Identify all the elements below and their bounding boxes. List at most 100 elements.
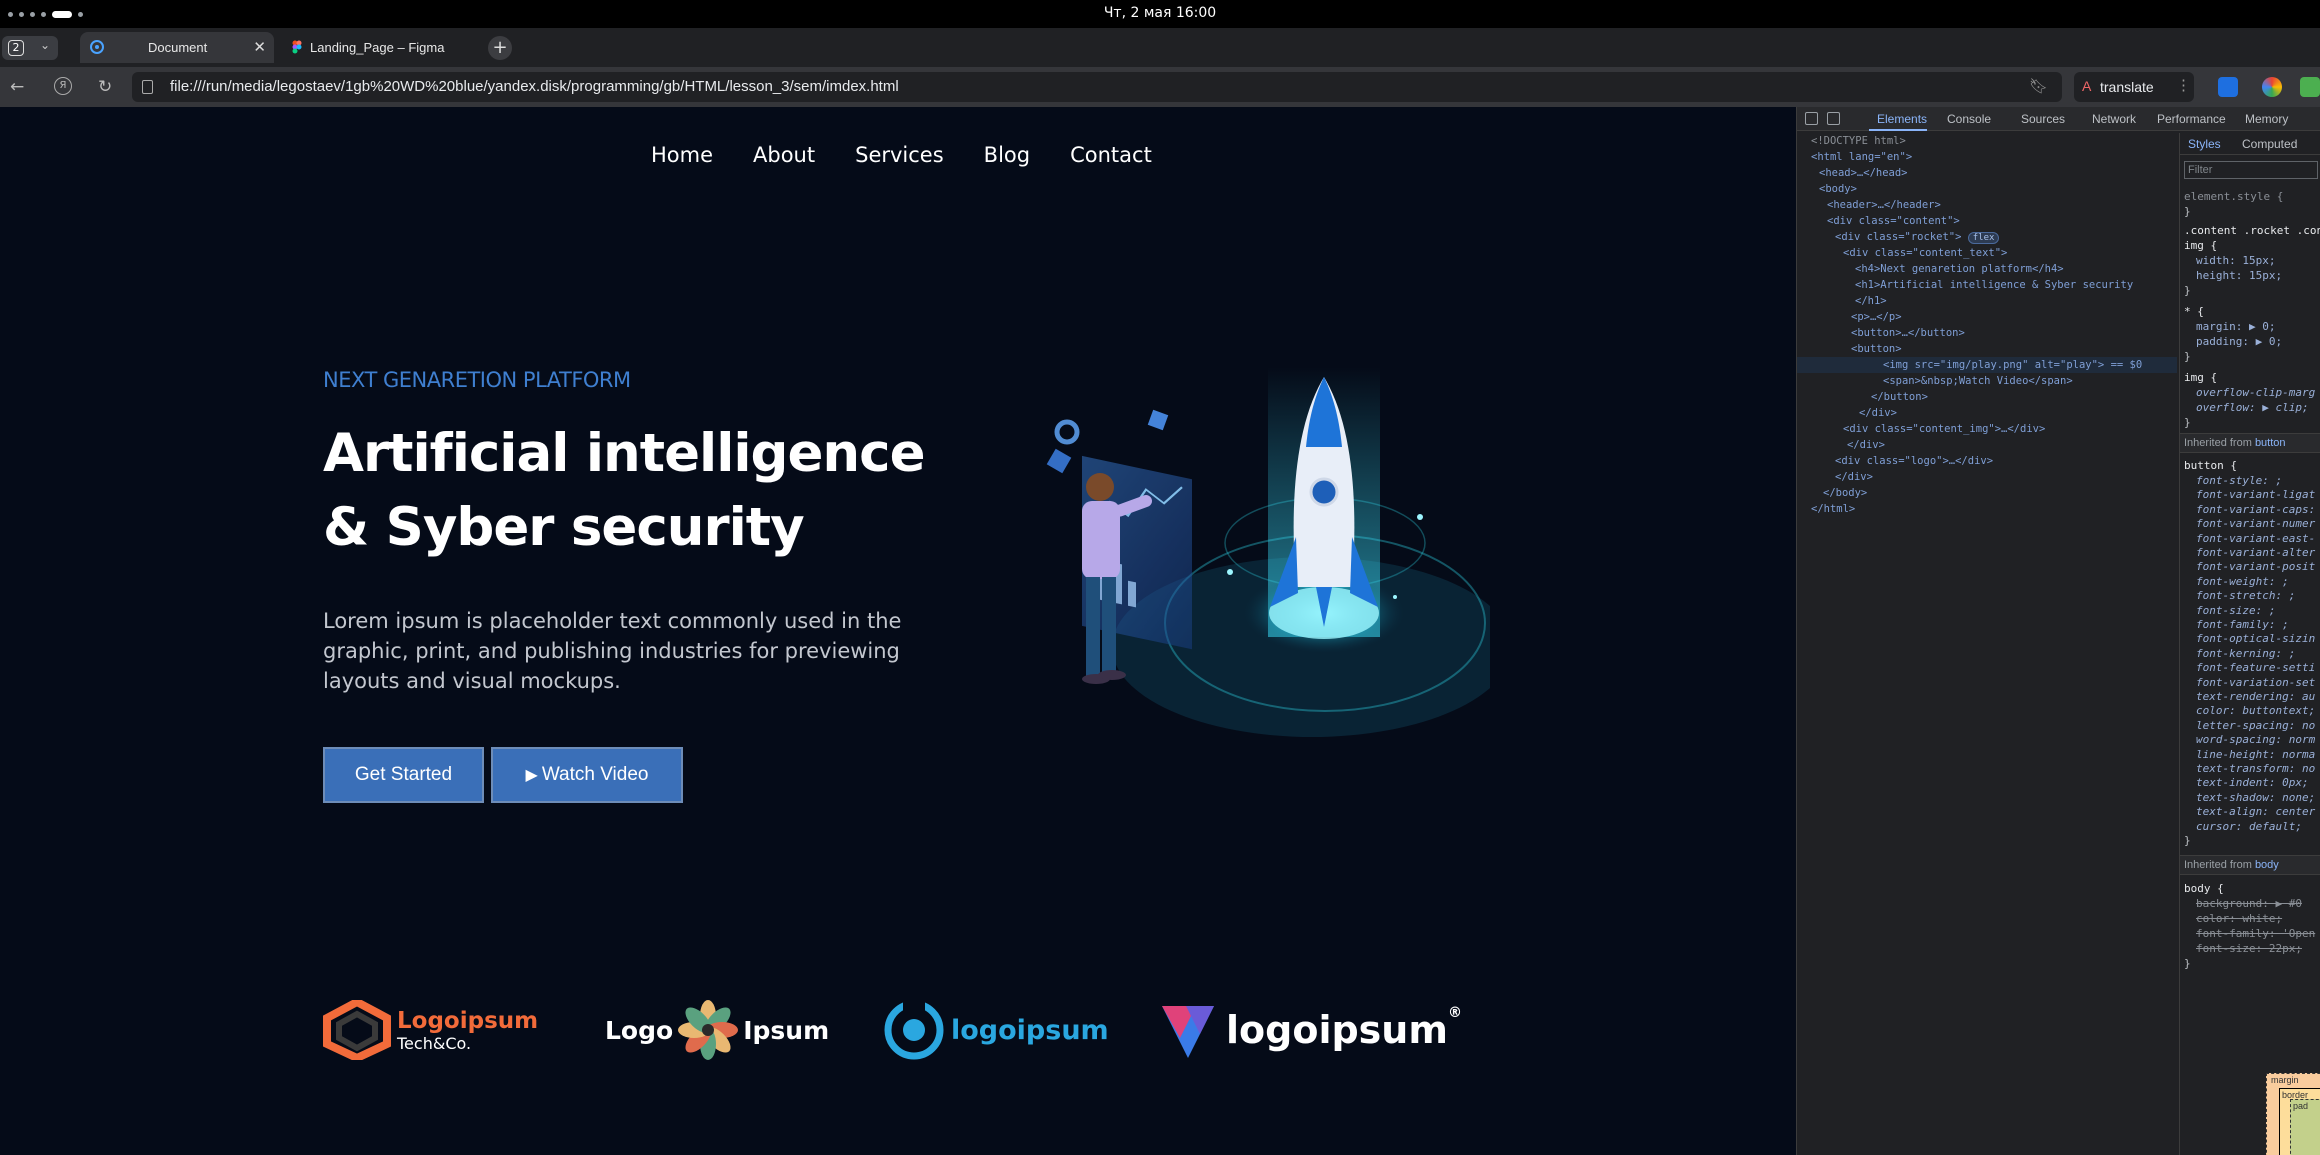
dom-line-rocket[interactable]: <div class="rocket"> flex [1835,229,2000,245]
flex-badge[interactable]: flex [1967,232,2000,244]
dom-line[interactable]: <button> [1851,341,1902,357]
new-tab-button[interactable]: + [488,36,512,60]
dom-line[interactable]: <button>…</button> [1851,325,1965,341]
tab-figma[interactable]: Landing_Page – Figma [282,32,478,63]
styles-filter-input[interactable]: Filter [2184,161,2318,179]
dom-line[interactable]: <html lang="en"> [1811,149,1912,165]
element-style-rule[interactable]: element.style { [2184,189,2283,204]
dom-line[interactable]: </h1> [1855,293,1887,309]
css-property[interactable]: height: 15px; [2196,268,2282,283]
css-property[interactable]: font-variant-east- [2196,531,2315,546]
dom-line[interactable]: </button> [1871,389,1928,405]
nav-about[interactable]: About [753,143,815,167]
dom-line[interactable]: </div> [1859,405,1897,421]
css-property[interactable]: background: ▶ #0 [2196,896,2302,911]
css-property[interactable]: overflow: ▶ clip; [2196,400,2309,415]
css-property[interactable]: font-size: ; [2196,603,2275,618]
translate-button[interactable]: A translate ⋮ [2074,72,2194,102]
css-property[interactable]: padding: ▶ 0; [2196,334,2282,349]
devtools-tab-sources[interactable]: Sources [2021,112,2065,126]
dom-line-selected[interactable]: <img src="img/play.png" alt="play"> == $… [1797,357,2177,373]
dom-line[interactable]: </div> [1847,437,1885,453]
devtools-tab-performance[interactable]: Performance [2157,112,2226,126]
box-model[interactable]: margin border pad [2266,1073,2320,1155]
devtools-tab-console[interactable]: Console [1947,112,1991,126]
css-property[interactable]: text-shadow: none; [2196,790,2315,805]
nav-services[interactable]: Services [855,143,944,167]
more-icon[interactable]: ⋮ [2176,76,2191,94]
reload-icon[interactable]: ↻ [98,77,112,97]
dom-line[interactable]: <div class="content"> [1827,213,1960,229]
rule3-selector[interactable]: img { [2184,370,2217,385]
css-property[interactable]: line-height: norma [2196,747,2315,762]
css-property[interactable]: letter-spacing: no [2196,718,2315,733]
css-property[interactable]: color: buttontext; [2196,703,2315,718]
css-property[interactable]: text-indent: 0px; [2196,775,2309,790]
nav-blog[interactable]: Blog [984,143,1030,167]
dom-line[interactable]: <body> [1819,181,1857,197]
devtools-tab-elements[interactable]: Elements [1877,112,1927,126]
dom-line[interactable]: <h1>Artificial intelligence & Syber secu… [1855,277,2133,293]
close-tab-icon[interactable]: ✕ [253,38,266,56]
css-property[interactable]: font-weight: ; [2196,574,2289,589]
dom-line[interactable]: <div class="content_img">…</div> [1843,421,2045,437]
css-property[interactable]: font-feature-setti [2196,660,2315,675]
css-property[interactable]: font-variant-posit [2196,559,2315,574]
styles-tab-computed[interactable]: Computed [2242,137,2297,151]
css-property[interactable]: font-optical-sizin [2196,631,2315,646]
css-property[interactable]: font-variant-caps: [2196,502,2315,517]
bookmark-icon[interactable]: 🔖︎ [2029,77,2048,95]
css-property[interactable]: font-variant-numer [2196,516,2315,531]
dom-line[interactable]: <div class="content_text"> [1843,245,2007,261]
css-property[interactable]: font-style: ; [2196,473,2282,488]
inspect-element-icon[interactable] [1805,112,1818,125]
css-property[interactable]: word-spacing: norm [2196,732,2315,747]
css-property[interactable]: font-stretch: ; [2196,588,2295,603]
button-selector[interactable]: button { [2184,458,2237,473]
dom-line[interactable]: </div> [1835,469,1873,485]
back-arrow-icon[interactable]: ← [10,77,24,97]
css-property[interactable]: font-kerning: ; [2196,646,2295,661]
watch-video-button[interactable]: ▶ Watch Video [491,747,683,803]
nav-contact[interactable]: Contact [1070,143,1152,167]
devtools-tab-memory[interactable]: Memory [2245,112,2288,126]
styles-tab-styles[interactable]: Styles [2188,137,2221,151]
rule1-selector-cont[interactable]: img { [2184,238,2217,253]
dom-line[interactable]: </body> [1823,485,1867,501]
css-property[interactable]: font-variant-ligat [2196,487,2315,502]
extension-download-icon[interactable] [2300,77,2320,97]
css-property[interactable]: font-variant-alter [2196,545,2315,560]
extension-yandex-icon[interactable] [2218,77,2238,97]
devtools-tab-network[interactable]: Network [2092,112,2136,126]
dom-line[interactable]: <h4>Next genaretion platform</h4> [1855,261,2064,277]
css-property[interactable]: cursor: default; [2196,819,2302,834]
css-property[interactable]: overflow-clip-marg [2196,385,2315,400]
rule2-selector[interactable]: * { [2184,304,2204,319]
css-property[interactable]: color: white; [2196,911,2282,926]
yandex-icon[interactable]: Я [54,77,72,95]
css-property[interactable]: margin: ▶ 0; [2196,319,2275,334]
css-property[interactable]: text-align: center [2196,804,2315,819]
extension-color-icon[interactable] [2262,77,2282,97]
url-field[interactable]: file:///run/media/legostaev/1gb%20WD%20b… [132,72,2062,102]
dom-line[interactable]: <header>…</header> [1827,197,1941,213]
dom-line[interactable]: <span>&nbsp;Watch Video</span> [1883,373,2073,389]
css-property[interactable]: font-size: 22px; [2196,941,2302,956]
device-toolbar-icon[interactable] [1827,112,1840,125]
css-property[interactable]: font-family: 'Open [2196,926,2315,941]
dom-line[interactable]: <head>…</head> [1819,165,1908,181]
css-property[interactable]: text-transform: no [2196,761,2315,776]
body-selector[interactable]: body { [2184,881,2224,896]
inherited-element-link[interactable]: body [2255,859,2279,871]
nav-home[interactable]: Home [651,143,713,167]
inherited-element-link[interactable]: button [2255,437,2286,449]
tab-document[interactable]: Document ✕ [80,32,274,63]
css-property[interactable]: font-family: ; [2196,617,2289,632]
dom-line[interactable]: </html> [1811,501,1855,517]
rule1-selector[interactable]: .content .rocket .con [2184,223,2320,238]
get-started-button[interactable]: Get Started [323,747,484,803]
dom-line[interactable]: <p>…</p> [1851,309,1902,325]
dom-line[interactable]: <!DOCTYPE html> [1811,133,1906,149]
dom-line[interactable]: <div class="logo">…</div> [1835,453,1993,469]
css-property[interactable]: width: 15px; [2196,253,2275,268]
